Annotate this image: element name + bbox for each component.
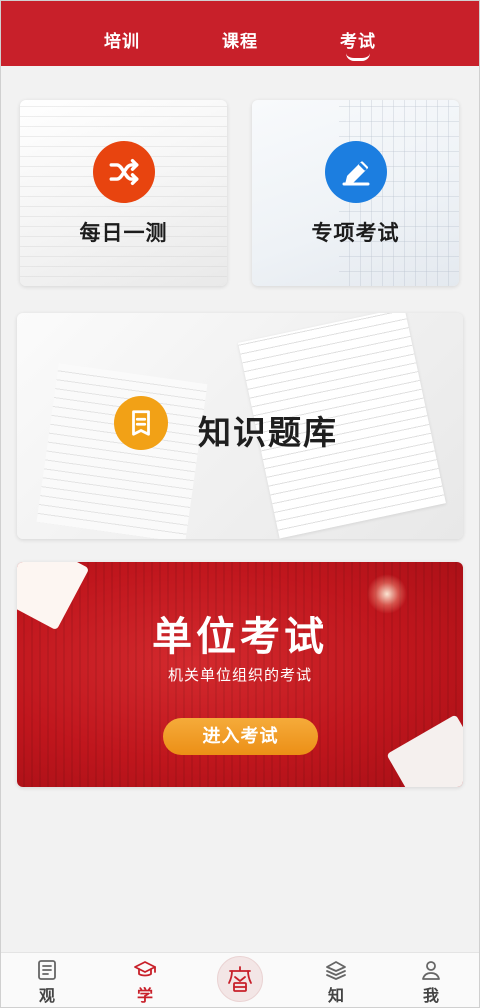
nav-item-view[interactable]: 观 [17,953,77,1008]
tab-training[interactable]: 培训 [104,27,140,52]
document-icon [38,960,56,980]
nav-label: 学 [136,986,153,1005]
special-exam-card[interactable]: 专项考试 [252,100,459,286]
books-icon [326,961,346,980]
nav-label: 观 [38,986,55,1005]
question-bank-card[interactable]: 知识题库 [17,313,463,539]
unit-exam-title: 单位考试 [152,613,328,660]
tab-exam[interactable]: 考试 [340,27,376,52]
nav-item-me[interactable]: 我 [401,953,461,1008]
daily-test-title: 每日一测 [79,220,168,245]
shuffle-icon [93,141,155,203]
pen-edit-icon [325,141,387,203]
graduation-cap-icon [134,961,156,977]
bottom-nav-bar: 观 学 知 我 [0,952,480,1008]
unit-exam-subtitle: 机关单位组织的考试 [167,666,312,684]
daily-test-card[interactable]: 每日一测 [20,100,227,286]
person-icon [422,961,440,980]
special-exam-title: 专项考试 [311,220,400,245]
tab-courses[interactable]: 课程 [222,27,258,52]
unit-exam-banner: 单位考试 机关单位组织的考试 进入考试 [17,562,463,787]
active-tab-indicator [346,53,370,61]
nav-label: 知 [327,986,344,1005]
paper-decoration [36,363,208,539]
top-tab-bar: 培训 课程 考试 [0,0,480,66]
enter-exam-button[interactable]: 进入考试 [163,718,318,755]
nav-item-learn[interactable]: 学 [115,953,175,1008]
nav-label: 我 [422,986,439,1005]
seal-logo-icon[interactable] [217,956,263,1002]
question-bank-title: 知识题库 [198,413,338,452]
nav-item-know[interactable]: 知 [306,953,366,1008]
document-icon [114,396,168,450]
